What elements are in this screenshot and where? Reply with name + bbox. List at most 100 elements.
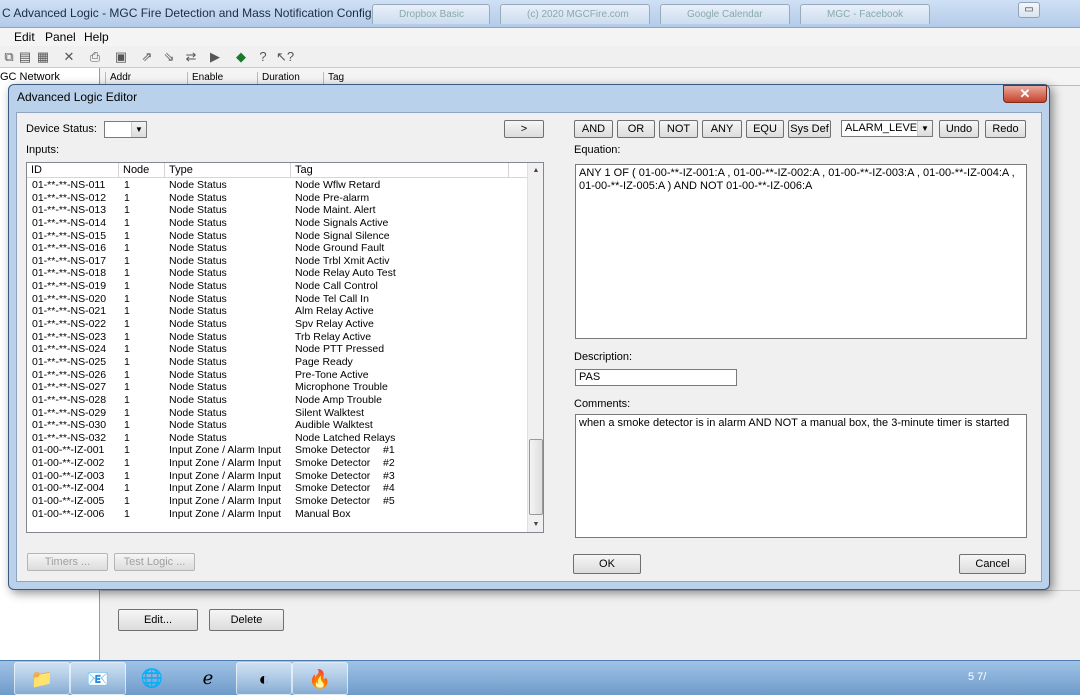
- description-label: Description:: [574, 351, 633, 363]
- table-row[interactable]: 01-**-**-NS-015 1 Node Status Node Signal S…: [27, 230, 527, 243]
- timers-button[interactable]: Timers ...: [27, 553, 108, 571]
- edit-button[interactable]: Edit...: [118, 609, 198, 631]
- browser-tab-2[interactable]: (c) 2020 MGCFire.com: [500, 4, 650, 24]
- system-tray-clock[interactable]: 5 7/: [968, 671, 986, 683]
- print-icon[interactable]: ⎙: [86, 48, 104, 66]
- description-field[interactable]: PAS: [575, 369, 737, 386]
- column-id[interactable]: ID: [27, 163, 119, 178]
- row-type: Node Status: [169, 242, 227, 255]
- outlook-icon[interactable]: 📧: [70, 662, 126, 695]
- ie-icon[interactable]: ℯ: [180, 662, 236, 695]
- column-tag[interactable]: Tag: [291, 163, 509, 178]
- row-id: 01-**-**-NS-029: [32, 406, 107, 419]
- table-row[interactable]: 01-**-**-NS-030 1 Node Status Audible Walkt…: [27, 419, 527, 432]
- ccleaner-icon[interactable]: ◐: [236, 662, 292, 695]
- fire-app-icon[interactable]: 🔥: [292, 662, 348, 695]
- table-row[interactable]: 01-00-**-IZ-004 1 Input Zone / Alarm Input…: [27, 482, 527, 495]
- scroll-up-icon[interactable]: ▲: [528, 163, 543, 178]
- vertical-scrollbar[interactable]: ▲ ▼: [527, 163, 543, 532]
- inputs-table[interactable]: ID Node Type Tag 01-**-**-NS-011 1 Node St…: [26, 162, 544, 533]
- table-row[interactable]: 01-**-**-NS-023 1 Node Status Trb Relay Act…: [27, 331, 527, 344]
- help-icon[interactable]: ?: [254, 48, 272, 66]
- menu-panel[interactable]: Panel: [45, 30, 76, 44]
- globe-icon[interactable]: ◆: [232, 48, 250, 66]
- column-type[interactable]: Type: [165, 163, 291, 178]
- scroll-thumb[interactable]: [529, 439, 543, 515]
- delete-icon[interactable]: ✕: [60, 48, 78, 66]
- table-row[interactable]: 01-**-**-NS-025 1 Node Status Page Ready: [27, 356, 527, 369]
- table-row[interactable]: 01-**-**-NS-013 1 Node Status Node Maint. A…: [27, 204, 527, 217]
- or-button[interactable]: OR: [617, 120, 655, 138]
- advanced-logic-editor-dialog: Advanced Logic Editor ✕ Device Status: ▼…: [8, 84, 1050, 590]
- cancel-button[interactable]: Cancel: [959, 554, 1026, 574]
- table-row[interactable]: 01-**-**-NS-017 1 Node Status Node Trbl Xmi…: [27, 255, 527, 268]
- device-status-select[interactable]: ▼: [104, 121, 147, 138]
- table-row[interactable]: 01-**-**-NS-029 1 Node Status Silent Walkte…: [27, 407, 527, 420]
- row-node: 1: [124, 469, 130, 482]
- table-row[interactable]: 01-**-**-NS-019 1 Node Status Node Call Con…: [27, 280, 527, 293]
- sync-icon[interactable]: ⇄: [182, 48, 200, 66]
- row-tag: Node Signal Silence: [295, 229, 390, 242]
- table-row[interactable]: 01-**-**-NS-022 1 Node Status Spv Relay Act…: [27, 318, 527, 331]
- table-row[interactable]: 01-00-**-IZ-005 1 Input Zone / Alarm Input…: [27, 495, 527, 508]
- equation-field[interactable]: ANY 1 OF ( 01-00-**-IZ-001:A , 01-00-**-…: [575, 164, 1027, 339]
- redo-button[interactable]: Redo: [985, 120, 1026, 138]
- row-tag-number: #4: [383, 482, 395, 495]
- chevron-down-icon[interactable]: ▼: [131, 122, 146, 137]
- config-icon[interactable]: ▣: [112, 48, 130, 66]
- upload-icon[interactable]: ⇗: [138, 48, 156, 66]
- table-row[interactable]: 01-**-**-NS-016 1 Node Status Node Ground F…: [27, 242, 527, 255]
- table-row[interactable]: 01-**-**-NS-018 1 Node Status Node Relay Au…: [27, 267, 527, 280]
- context-help-icon[interactable]: ↖?: [276, 48, 294, 66]
- row-tag-number: #2: [383, 457, 395, 470]
- folder-icon[interactable]: 📁: [14, 662, 70, 695]
- table-row[interactable]: 01-**-**-NS-021 1 Node Status Alm Relay Act…: [27, 305, 527, 318]
- sys-def-button[interactable]: Sys Def: [788, 120, 831, 138]
- table-row[interactable]: 01-**-**-NS-012 1 Node Status Node Pre-alar…: [27, 192, 527, 205]
- table-row[interactable]: 01-00-**-IZ-002 1 Input Zone / Alarm Input…: [27, 457, 527, 470]
- table-row[interactable]: 01-**-**-NS-020 1 Node Status Node Tel Call…: [27, 293, 527, 306]
- download-icon[interactable]: ⇘: [160, 48, 178, 66]
- add-to-equation-button[interactable]: >: [504, 120, 544, 138]
- table-row[interactable]: 01-**-**-NS-032 1 Node Status Node Latched …: [27, 432, 527, 445]
- test-logic-button[interactable]: Test Logic ...: [114, 553, 195, 571]
- main-minimize-icon[interactable]: ▭: [1018, 2, 1040, 18]
- browser-tab-4[interactable]: MGC - Facebook: [800, 4, 930, 24]
- browser-tab-1[interactable]: Dropbox Basic: [372, 4, 490, 24]
- table-row[interactable]: 01-00-**-IZ-006 1 Input Zone / Alarm Input…: [27, 508, 527, 521]
- row-id: 01-**-**-NS-022: [32, 318, 107, 331]
- delete-button[interactable]: Delete: [209, 609, 284, 631]
- row-node: 1: [124, 280, 130, 293]
- table-row[interactable]: 01-**-**-NS-028 1 Node Status Node Amp Trou…: [27, 394, 527, 407]
- any-button[interactable]: ANY: [702, 120, 742, 138]
- column-node[interactable]: Node: [119, 163, 165, 178]
- network-icon[interactable]: 🌐: [124, 662, 180, 695]
- table-row[interactable]: 01-**-**-NS-026 1 Node Status Pre-Tone Acti…: [27, 369, 527, 382]
- undo-button[interactable]: Undo: [939, 120, 979, 138]
- and-button[interactable]: AND: [574, 120, 613, 138]
- paste-icon[interactable]: ▤: [16, 48, 34, 66]
- equ-button[interactable]: EQU: [746, 120, 784, 138]
- not-button[interactable]: NOT: [659, 120, 698, 138]
- table-row[interactable]: 01-00-**-IZ-001 1 Input Zone / Alarm Input…: [27, 444, 527, 457]
- chevron-down-icon[interactable]: ▼: [917, 121, 932, 136]
- ok-button[interactable]: OK: [573, 554, 641, 574]
- row-tag: Node Wflw Retard: [295, 179, 381, 191]
- browser-tab-3[interactable]: Google Calendar: [660, 4, 790, 24]
- main-titlebar: C Advanced Logic - MGC Fire Detection an…: [0, 0, 1080, 28]
- table-row[interactable]: 01-**-**-NS-014 1 Node Status Node Signals …: [27, 217, 527, 230]
- table-row[interactable]: 01-00-**-IZ-003 1 Input Zone / Alarm Input…: [27, 470, 527, 483]
- alarm-level-select[interactable]: ALARM_LEVEL1 ▼: [841, 120, 933, 137]
- table-row[interactable]: 01-**-**-NS-027 1 Node Status Microphone Tr…: [27, 381, 527, 394]
- scroll-down-icon[interactable]: ▼: [528, 517, 543, 532]
- table-row[interactable]: 01-**-**-NS-024 1 Node Status Node PTT Pres…: [27, 343, 527, 356]
- menu-help[interactable]: Help: [84, 30, 109, 44]
- close-icon[interactable]: ✕: [1003, 85, 1047, 103]
- table-row[interactable]: 01-**-**-NS-011 1 Node Status Node Wflw Ret…: [27, 179, 527, 192]
- panel-icon[interactable]: ▦: [34, 48, 52, 66]
- menu-edit[interactable]: Edit: [14, 30, 35, 44]
- comments-field[interactable]: when a smoke detector is in alarm AND NO…: [575, 414, 1027, 538]
- transfer-icon[interactable]: ▶: [206, 48, 224, 66]
- row-tag: Page Ready: [295, 355, 353, 368]
- row-tag: Silent Walktest: [295, 406, 365, 419]
